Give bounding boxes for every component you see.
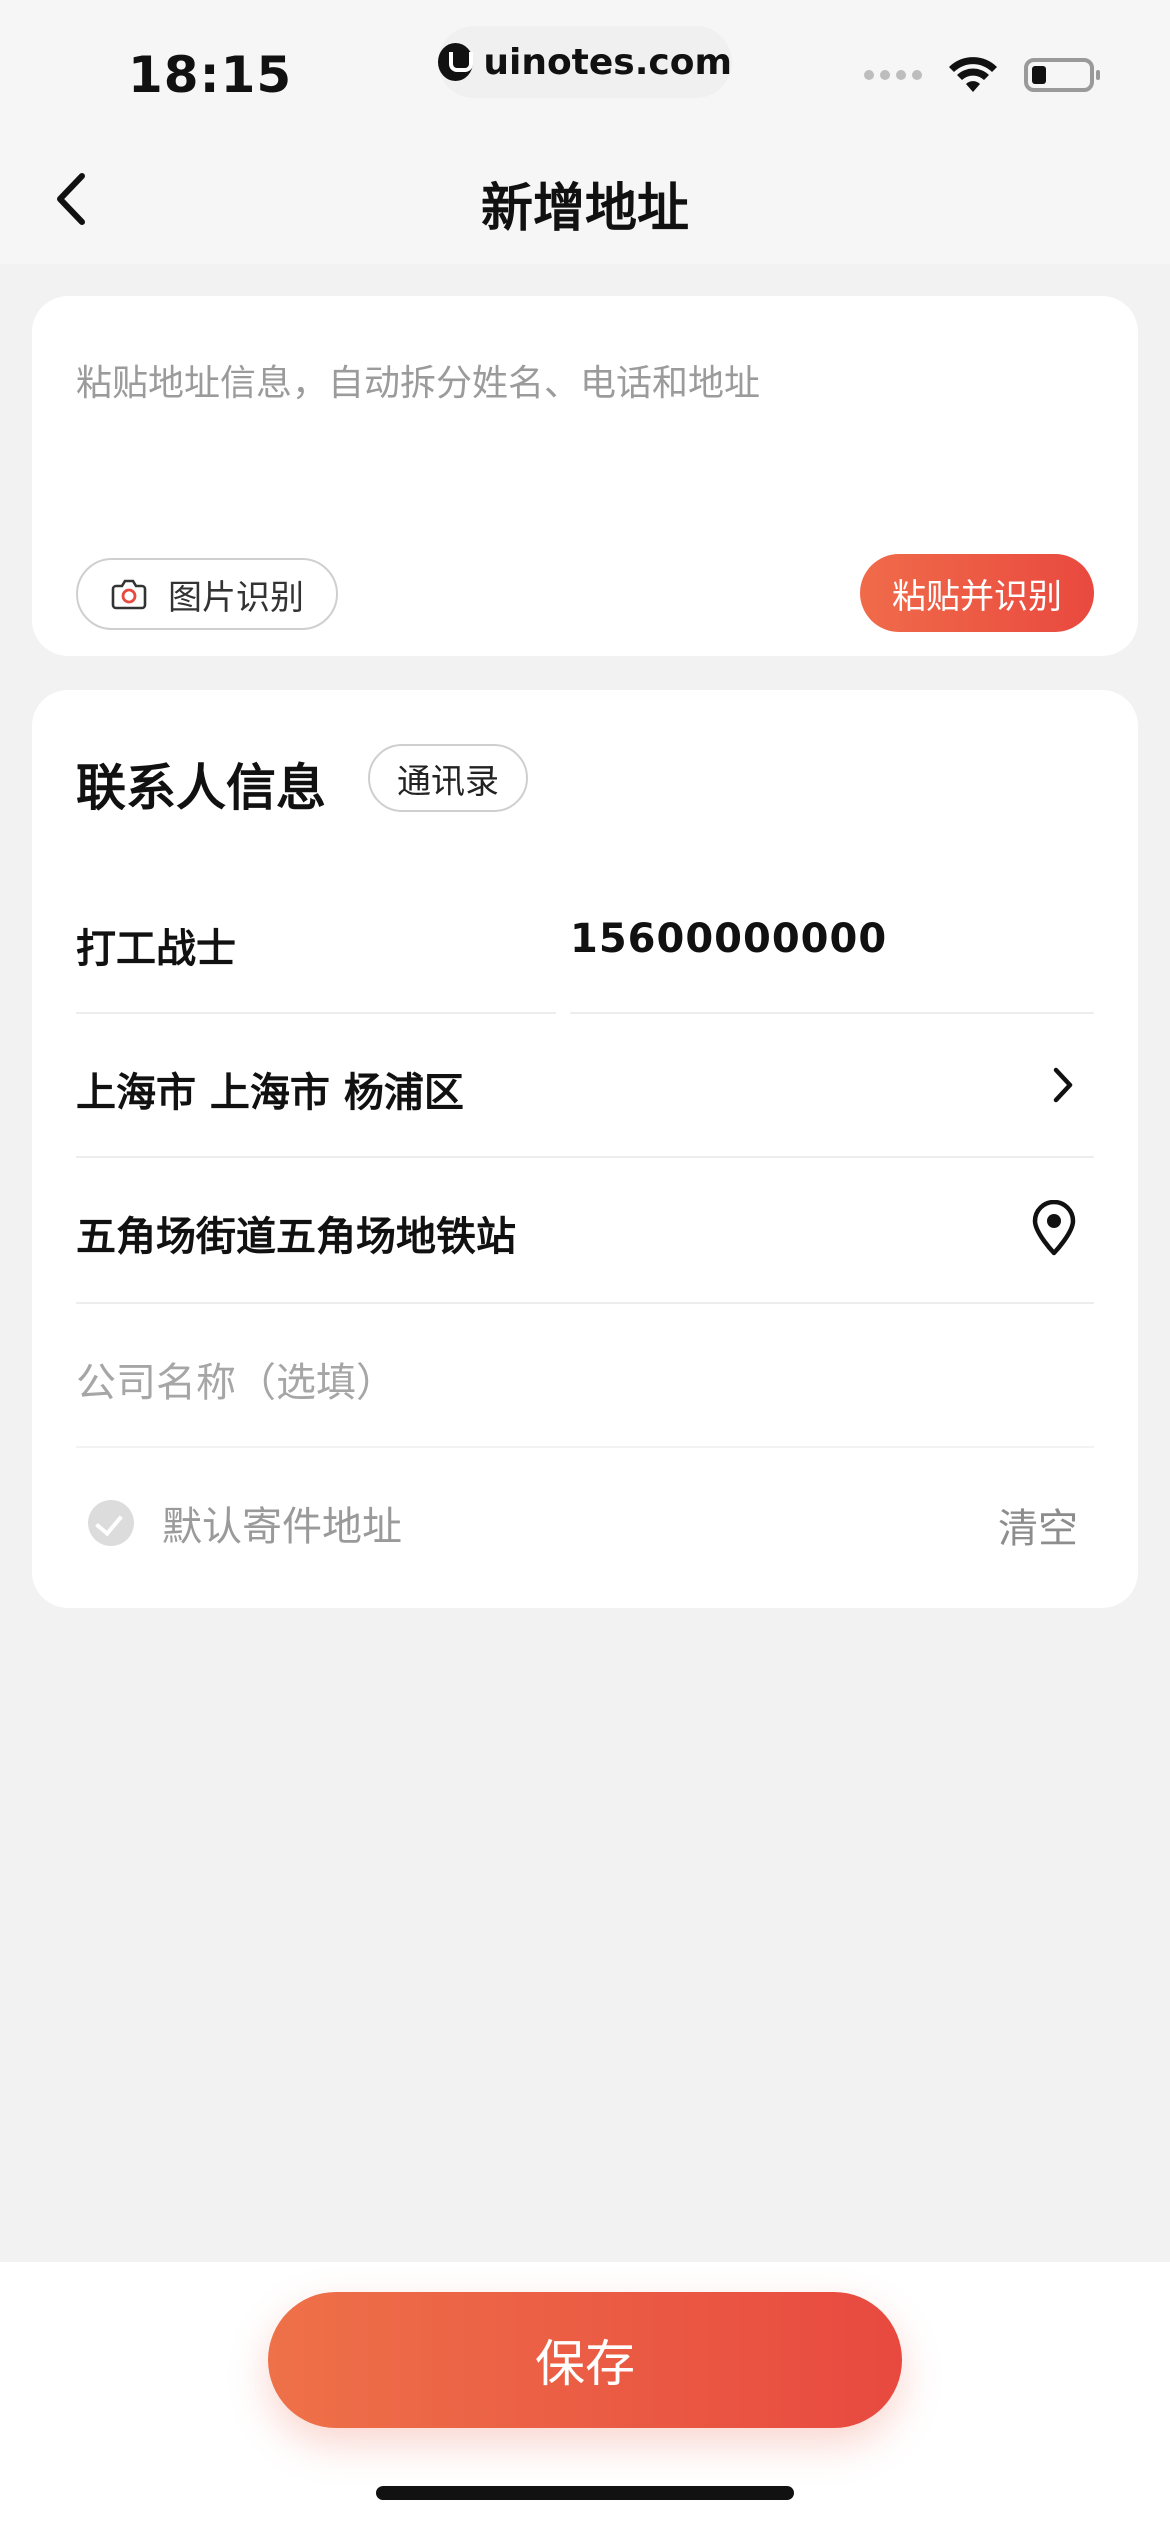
- clear-button[interactable]: 清空: [998, 1496, 1078, 1554]
- divider: [76, 1012, 556, 1014]
- wifi-icon: [949, 57, 997, 92]
- phone-field[interactable]: 15600000000: [570, 916, 887, 962]
- battery-icon: [1024, 58, 1100, 92]
- camera-icon: [111, 579, 147, 610]
- paste-recognize-card: 粘贴地址信息，自动拆分姓名、电话和地址 图片识别 粘贴并识别: [32, 296, 1138, 656]
- cellular-signal-icon: [864, 70, 922, 80]
- contact-info-card: 联系人信息 通讯录 打工战士 15600000000 上海市 上海市 杨浦区 五…: [32, 690, 1138, 1608]
- home-indicator: [376, 2486, 794, 2500]
- divider: [570, 1012, 1094, 1014]
- url-text: uinotes.com: [483, 41, 732, 83]
- company-name-input[interactable]: 公司名称（选填）: [76, 1350, 396, 1408]
- image-recognize-label: 图片识别: [168, 577, 304, 618]
- divider: [76, 1156, 1094, 1158]
- region-selector[interactable]: 上海市 上海市 杨浦区: [76, 1060, 464, 1118]
- default-address-label: 默认寄件地址: [162, 1504, 402, 1550]
- default-address-toggle[interactable]: 默认寄件地址: [88, 1494, 402, 1552]
- paste-address-input[interactable]: 粘贴地址信息，自动拆分姓名、电话和地址: [76, 354, 760, 406]
- address-book-button[interactable]: 通讯录: [368, 744, 528, 812]
- chevron-right-icon: [1053, 1067, 1073, 1103]
- name-field[interactable]: 打工战士: [76, 916, 236, 974]
- contact-section-title: 联系人信息: [76, 759, 326, 817]
- detail-address-field[interactable]: 五角场街道五角场地铁站: [76, 1204, 516, 1262]
- url-pill[interactable]: uinotes.com: [438, 26, 732, 98]
- save-button[interactable]: 保存: [268, 2292, 902, 2428]
- top-bar: 18:15 uinotes.com 新增地址: [0, 0, 1170, 264]
- status-icons: [864, 56, 1100, 94]
- image-recognize-button[interactable]: 图片识别: [76, 558, 338, 630]
- paste-recognize-button[interactable]: 粘贴并识别: [860, 554, 1094, 632]
- check-circle-icon: [88, 1500, 134, 1546]
- site-logo-icon: [438, 43, 474, 81]
- divider: [76, 1302, 1094, 1304]
- page-title: 新增地址: [480, 179, 689, 239]
- divider: [76, 1446, 1094, 1448]
- location-pin-icon[interactable]: [1030, 1200, 1078, 1256]
- status-time: 18:15: [128, 46, 293, 104]
